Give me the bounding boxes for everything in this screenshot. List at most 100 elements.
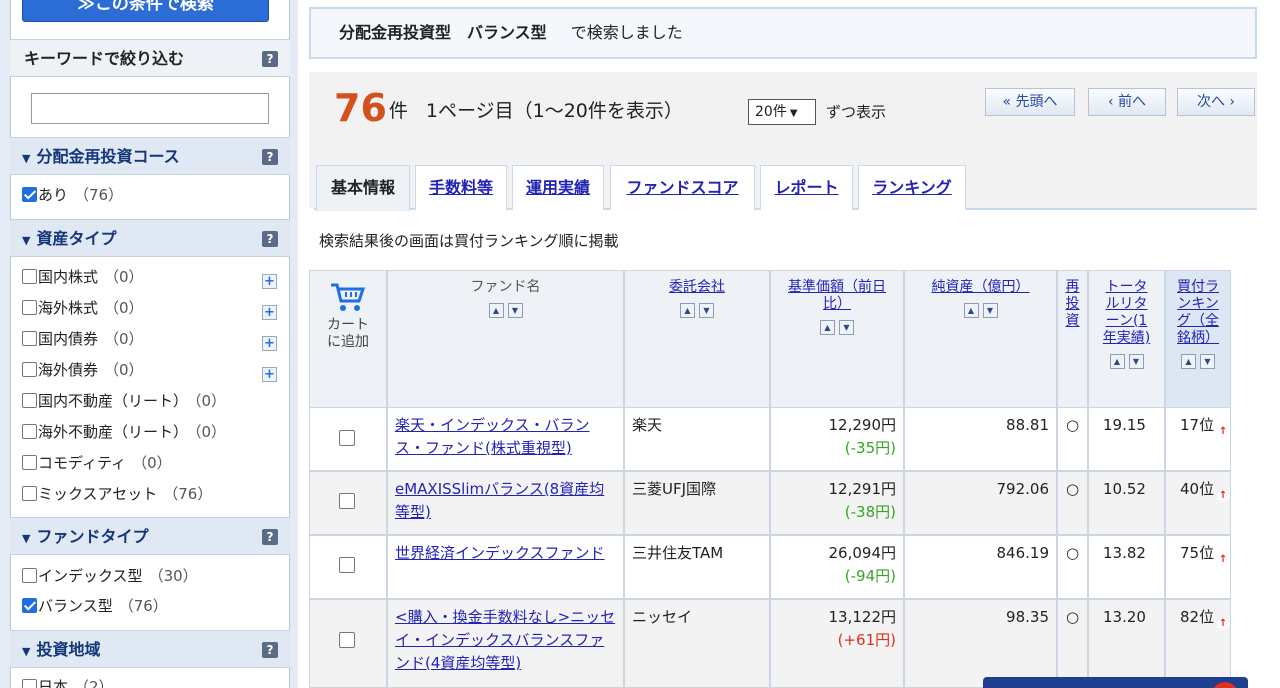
checkbox-icon[interactable] [22,300,37,315]
fund-name-link[interactable]: 楽天・インデックス・バランス・ファンド(株式重視型) [395,416,590,457]
floating-panel[interactable] [983,677,1248,688]
header-label[interactable]: 純資産（億円） [932,279,1030,295]
expand-plus-icon[interactable]: + [262,336,277,351]
checkbox-icon[interactable] [22,568,37,583]
filter-option-mixed-asset[interactable]: ミックスアセット （76） [22,483,212,505]
filter-option-balance[interactable]: バランス型 （76） [22,595,168,617]
header-label[interactable]: 再投資 [1066,279,1080,329]
column-header-assets[interactable]: 純資産（億円） ▲ ▼ [904,270,1057,408]
result-count-number: 76 [334,86,387,130]
filter-option-foreign-reit[interactable]: 海外不動産（リート） （0） [22,421,226,443]
per-page-select[interactable]: 20件 ▼ [748,99,816,125]
checkbox-icon[interactable] [22,455,37,470]
checkbox-icon[interactable] [22,269,37,284]
tab-label[interactable]: レポート [774,178,838,197]
header-label[interactable]: トータルリターン(1年実績) [1103,279,1150,346]
header-label[interactable]: 基準価額（前日比） [788,279,886,312]
filter-option-domestic-bond[interactable]: 国内債券 （0） [22,328,144,350]
sort-down-icon[interactable]: ▼ [1128,353,1144,369]
checkbox-checked-icon[interactable] [22,187,37,202]
price-cell: 12,291円 (-38円) [770,471,904,535]
sort-down-icon[interactable]: ▼ [699,302,714,318]
tab-label[interactable]: ランキング [872,178,952,197]
rank-up-icon: ↑ [1217,554,1230,566]
column-header-price[interactable]: 基準価額（前日比） ▲ ▼ [770,270,904,408]
tab-label[interactable]: 運用実績 [526,178,590,197]
filter-option-foreign-bond[interactable]: 海外債券 （0） [22,359,144,381]
filter-option-foreign-stock[interactable]: 海外株式 （0） [22,297,144,319]
result-count: 76 件 1ページ目（1～20件を表示） [334,86,683,130]
sort-up-icon[interactable]: ▲ [820,319,835,335]
checkbox-icon[interactable] [22,393,37,408]
sort-up-icon[interactable]: ▲ [488,302,504,318]
search-condition-suffix: で検索しました [570,23,683,42]
collapse-triangle-icon: ▼ [22,645,31,658]
help-icon[interactable]: ? [262,231,278,247]
add-to-cart-checkbox[interactable] [339,430,355,446]
tab-report[interactable]: レポート [760,165,853,210]
tab-fees[interactable]: 手数料等 [415,165,507,210]
sort-down-icon[interactable]: ▼ [982,302,998,318]
sort-down-icon[interactable]: ▼ [1200,353,1215,369]
sort-up-icon[interactable]: ▲ [1109,353,1125,369]
first-page-button[interactable]: « 先頭へ [985,88,1075,116]
filter-option-domestic-reit[interactable]: 国内不動産（リート） （0） [22,390,226,412]
help-icon[interactable]: ? [262,149,278,165]
fund-name-link[interactable]: 世界経済インデックスファンド [395,544,605,562]
column-header-fund-name[interactable]: ファンド名 ▲ ▼ [387,270,624,408]
header-label[interactable]: 買付ランキング（全銘柄） [1177,279,1219,346]
column-header-total-return[interactable]: トータルリターン(1年実績) ▲ ▼ [1088,270,1165,408]
keyword-input[interactable] [31,93,269,124]
sort-up-icon[interactable]: ▲ [1181,353,1196,369]
checkbox-icon[interactable] [22,424,37,439]
price-value: 12,290円 [828,416,897,434]
expand-plus-icon[interactable]: + [262,305,277,320]
filter-option-domestic-stock[interactable]: 国内株式 （0） [22,266,144,288]
checkbox-icon[interactable] [22,486,37,501]
rank-up-icon: ↑ [1217,618,1230,630]
tab-label[interactable]: ファンドスコア [626,178,738,197]
filter-option-label: あり [38,186,69,204]
expand-plus-icon[interactable]: + [262,367,277,382]
tab-label[interactable]: 手数料等 [429,178,493,197]
filter-heading-asset-type[interactable]: ▼ 資産タイプ ? [10,219,290,257]
search-with-conditions-button[interactable]: ≫この条件で検索 [22,0,269,22]
sort-down-icon[interactable]: ▼ [839,319,854,335]
filter-option-reinvest-yes[interactable]: あり （76） [22,184,123,206]
fund-name-link[interactable]: eMAXISSlimバランス(8資産均等型) [395,480,604,521]
ranking-cell: 82位 ↑ [1165,599,1231,688]
checkbox-icon[interactable] [22,362,37,377]
add-to-cart-checkbox[interactable] [339,632,355,648]
help-icon[interactable]: ? [262,529,278,545]
sort-up-icon[interactable]: ▲ [680,302,695,318]
filter-option-count: （0） [104,299,144,317]
sort-up-icon[interactable]: ▲ [963,302,979,318]
expand-plus-icon[interactable]: + [262,274,277,289]
tab-fund-score[interactable]: ファンドスコア [610,165,755,210]
sort-down-icon[interactable]: ▼ [507,302,523,318]
filter-option-japan[interactable]: 日本 （2） [22,676,114,688]
prev-page-button[interactable]: ‹ 前へ [1088,88,1166,116]
filter-heading-reinvest[interactable]: ▼ 分配金再投資コース ? [10,137,290,175]
checkbox-checked-icon[interactable] [22,598,37,613]
add-to-cart-checkbox[interactable] [339,493,355,509]
checkbox-icon[interactable] [22,331,37,346]
checkbox-icon[interactable] [22,679,37,688]
tab-basic-info[interactable]: 基本情報 [316,165,410,211]
column-header-company[interactable]: 委託会社 ▲ ▼ [624,270,770,408]
header-label[interactable]: 委託会社 [669,279,725,295]
filter-option-label: 国内不動産（リート） [38,392,189,410]
help-icon[interactable]: ? [262,51,278,67]
tab-ranking[interactable]: ランキング [858,165,966,210]
next-page-button[interactable]: 次へ › [1177,88,1255,116]
add-to-cart-checkbox[interactable] [339,557,355,573]
fund-name-link[interactable]: <購入・換金手数料なし>ニッセイ・インデックスバランスファンド(4資産均等型) [395,608,615,672]
filter-heading-region[interactable]: ▼ 投資地域 ? [10,630,290,668]
filter-option-index[interactable]: インデックス型 （30） [22,565,198,587]
filter-heading-fund-type[interactable]: ▼ ファンドタイプ ? [10,517,290,555]
filter-option-commodity[interactable]: コモディティ （0） [22,452,172,474]
help-icon[interactable]: ? [262,642,278,658]
column-header-ranking[interactable]: 買付ランキング（全銘柄） ▲ ▼ [1165,270,1231,408]
tab-performance[interactable]: 運用実績 [512,165,604,210]
column-header-reinvest[interactable]: 再投資 [1057,270,1088,408]
